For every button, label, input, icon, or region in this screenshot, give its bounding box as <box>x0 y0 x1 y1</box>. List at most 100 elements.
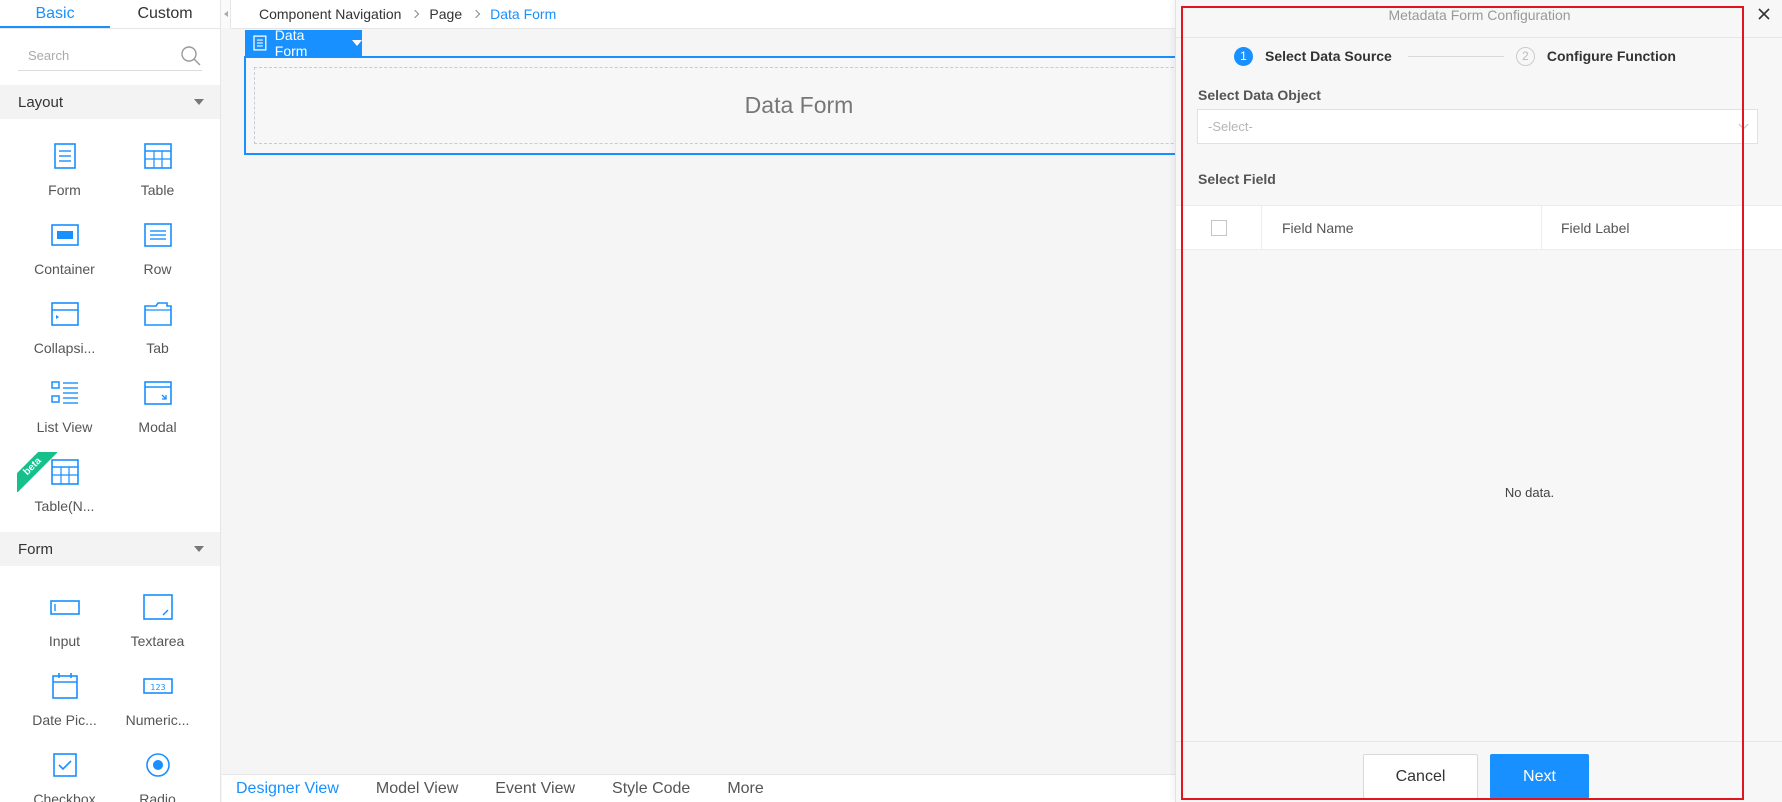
caret-down-icon[interactable] <box>352 40 362 46</box>
component-container[interactable]: Container <box>18 216 111 295</box>
chevron-right-icon <box>471 9 481 19</box>
component-label: Tab <box>146 340 169 356</box>
tab-style-code[interactable]: Style Code <box>612 780 690 798</box>
component-row[interactable]: Row <box>111 216 204 295</box>
table-header: Field Name Field Label <box>1176 205 1782 250</box>
component-label: Textarea <box>130 633 185 649</box>
caret-down-icon <box>194 546 204 552</box>
tab-more[interactable]: More <box>727 780 763 798</box>
row-icon <box>143 223 172 247</box>
input-icon <box>49 600 80 615</box>
step-2-label: Configure Function <box>1546 48 1676 64</box>
form-components: Input Textarea Date Pic... 123 Numeric..… <box>0 566 220 802</box>
document-icon <box>253 35 267 51</box>
component-label: Table(N... <box>34 498 95 514</box>
panel-collapse-handle[interactable] <box>221 0 231 28</box>
component-form[interactable]: Form <box>18 137 111 216</box>
divider <box>1176 37 1782 38</box>
cancel-button[interactable]: Cancel <box>1363 754 1478 799</box>
breadcrumb-item[interactable]: Page <box>429 6 462 22</box>
field-table: Field Name Field Label <box>1176 205 1782 250</box>
section-form-header[interactable]: Form <box>0 532 220 566</box>
step-2-number: 2 <box>1515 46 1535 66</box>
component-label: List View <box>36 419 93 435</box>
next-button[interactable]: Next <box>1490 754 1589 799</box>
select-data-object-label: Select Data Object <box>1198 87 1321 103</box>
data-object-select[interactable]: -Select- <box>1197 109 1758 144</box>
chevron-right-icon <box>411 9 420 19</box>
list-view-icon <box>50 381 78 404</box>
textarea-icon <box>142 594 173 620</box>
selected-component-label: Data Form <box>274 27 308 59</box>
component-label: Input <box>48 633 81 649</box>
component-collapse[interactable]: Collapsi... <box>18 295 111 374</box>
component-input[interactable]: Input <box>18 588 111 667</box>
component-table-new[interactable]: beta Table(N... <box>17 452 111 532</box>
dialog-footer: Cancel Next <box>1176 741 1782 802</box>
breadcrumb-current: Data Form <box>490 6 557 22</box>
numeric-icon: 123 <box>142 678 173 694</box>
breadcrumb-item[interactable]: Component Navigation <box>259 6 401 22</box>
component-checkbox[interactable]: Checkbox <box>18 746 111 802</box>
select-placeholder: -Select- <box>1208 119 1253 134</box>
component-tab[interactable]: Tab <box>111 295 204 374</box>
chevron-down-icon <box>1738 119 1749 130</box>
dialog-title: Metadata Form Configuration <box>1388 7 1571 23</box>
component-table[interactable]: Table <box>111 137 204 216</box>
svg-text:123: 123 <box>150 683 165 692</box>
chevron-left-icon <box>223 11 228 17</box>
table-icon <box>143 143 172 169</box>
component-label: Modal <box>138 419 177 435</box>
component-tabs: Basic Custom <box>0 0 220 29</box>
selected-component-tag[interactable]: Data Form <box>245 27 362 59</box>
column-field-label[interactable]: Field Label <box>1542 206 1782 249</box>
close-icon[interactable] <box>1756 6 1772 22</box>
metadata-form-config-dialog: Metadata Form Configuration 1 Select Dat… <box>1175 0 1782 802</box>
component-radio[interactable]: Radio <box>111 746 204 802</box>
column-field-name[interactable]: Field Name <box>1262 206 1542 249</box>
component-label: Radio <box>139 791 176 802</box>
search-icon[interactable] <box>180 45 202 67</box>
caret-down-icon <box>194 99 204 105</box>
wizard-steps: 1 Select Data Source 2 Configure Functio… <box>1234 46 1676 66</box>
component-label: Collapsi... <box>33 340 96 356</box>
component-modal[interactable]: Modal <box>111 374 204 453</box>
component-numeric[interactable]: 123 Numeric... <box>111 667 204 746</box>
collapse-icon <box>50 302 79 326</box>
section-form-title: Form <box>18 540 53 558</box>
date-picker-icon <box>51 673 78 699</box>
search-input[interactable] <box>18 48 158 63</box>
step-1-number: 1 <box>1234 46 1253 66</box>
tab-model-view[interactable]: Model View <box>376 780 458 798</box>
section-layout-header[interactable]: Layout <box>0 85 220 119</box>
tab-basic[interactable]: Basic <box>0 0 110 28</box>
component-label: Form <box>48 182 81 198</box>
component-label: Checkbox <box>33 791 96 802</box>
empty-state-text: No data. <box>1504 485 1555 500</box>
section-layout-title: Layout <box>18 93 64 111</box>
beta-badge-label: beta <box>17 452 57 492</box>
tab-event-view[interactable]: Event View <box>495 780 575 798</box>
step-connector <box>1407 55 1504 57</box>
component-label: Container <box>34 261 95 277</box>
component-textarea[interactable]: Textarea <box>111 588 204 667</box>
modal-icon <box>143 381 172 405</box>
app-root: Basic Custom Layout Form Table Container <box>0 0 1782 802</box>
select-all-checkbox[interactable] <box>1210 219 1227 236</box>
select-all-cell <box>1176 206 1262 249</box>
component-panel: Basic Custom Layout Form Table Container <box>0 0 221 802</box>
radio-icon <box>145 753 170 777</box>
tab-icon <box>143 302 172 326</box>
step-1-label: Select Data Source <box>1265 48 1392 64</box>
beta-badge: beta <box>17 452 57 492</box>
form-icon <box>53 143 76 169</box>
tab-designer-view[interactable]: Designer View <box>236 780 339 798</box>
tab-custom[interactable]: Custom <box>110 0 220 28</box>
component-label: Table <box>140 182 175 198</box>
component-label: Row <box>143 261 172 277</box>
component-search <box>18 41 202 71</box>
component-label: Date Pic... <box>32 712 97 728</box>
select-field-label: Select Field <box>1198 171 1276 187</box>
component-list-view[interactable]: List View <box>18 374 111 453</box>
component-date-picker[interactable]: Date Pic... <box>18 667 111 746</box>
